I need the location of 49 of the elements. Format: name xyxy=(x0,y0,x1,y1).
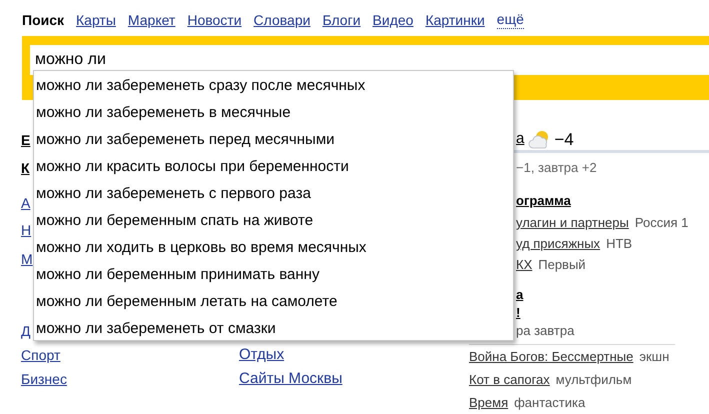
tv-show-link[interactable]: улагин и партнеры xyxy=(516,212,629,233)
tv-show-link[interactable]: уд присяжных xyxy=(516,233,600,254)
suggestion-item[interactable]: можно ли забеременеть с первого раза xyxy=(34,180,513,207)
film-link[interactable]: Кот в сапогах xyxy=(469,368,550,391)
genre-text: мультфильм xyxy=(556,371,632,389)
section-link[interactable]: Спорт xyxy=(21,344,60,366)
suggestion-item[interactable]: можно ли беременным спать на животе xyxy=(34,207,513,234)
suggestion-item[interactable]: можно ли забеременеть перед месячными xyxy=(34,126,513,153)
tv-channel-text: Первый xyxy=(538,256,586,274)
tv-heading[interactable]: ограмма xyxy=(516,190,571,212)
tv-show-link[interactable]: КХ xyxy=(516,254,532,275)
section-heading: Е xyxy=(21,131,30,150)
cinema-heading[interactable]: а xyxy=(516,286,524,304)
forecast-text: −1, завтра +2 xyxy=(515,159,598,177)
nav-link[interactable]: Маркет xyxy=(128,11,176,29)
tv-channel-text: Россия 1 xyxy=(634,214,688,232)
weather-link[interactable]: а xyxy=(516,128,524,151)
nav-link[interactable]: Поиск xyxy=(22,11,64,29)
suggestion-item[interactable]: можно ли ходить в церковь во время месячных xyxy=(34,234,513,261)
suggestion-item[interactable]: можно ли забеременеть в месячные xyxy=(34,99,513,126)
section-link[interactable]: Н xyxy=(21,219,32,241)
sun-cloud-icon xyxy=(528,130,550,150)
genre-text: фантастика xyxy=(514,394,586,412)
film-link[interactable]: Время xyxy=(469,391,508,414)
suggestion-item[interactable]: можно ли забеременеть сразу после месячных xyxy=(34,72,513,99)
genre-text: экшн xyxy=(639,348,670,366)
section-link[interactable]: Бизнес xyxy=(21,368,67,390)
temperature-text: −4 xyxy=(554,128,574,151)
section-heading: К xyxy=(21,159,30,178)
section-link[interactable]: А xyxy=(21,192,30,214)
section-link[interactable]: Д xyxy=(21,320,30,342)
nav-link[interactable]: Блоги xyxy=(322,11,361,29)
suggestion-item[interactable]: можно ли беременным летать на самолете xyxy=(34,288,513,315)
tv-channel-text: НТВ xyxy=(606,235,632,253)
section-link[interactable]: М xyxy=(21,248,33,270)
cinema-note: ра завтра xyxy=(516,322,574,340)
nav-link[interactable]: Словари xyxy=(254,11,310,29)
nav-link[interactable]: Картинки xyxy=(425,11,485,29)
cinema-link[interactable]: ! xyxy=(516,304,520,322)
suggestion-item[interactable]: можно ли забеременеть от смазки xyxy=(34,315,513,342)
nav-link[interactable]: Видео xyxy=(372,11,414,29)
film-link[interactable]: Война Богов: Бессмертные xyxy=(469,345,634,368)
nav-link[interactable]: ещё xyxy=(496,10,524,29)
section-link[interactable]: Отдых xyxy=(239,344,284,366)
nav-link[interactable]: Новости xyxy=(187,11,242,29)
nav-link[interactable]: Карты xyxy=(76,11,116,29)
section-link[interactable]: Сайты Москвы xyxy=(239,368,342,390)
suggestion-item[interactable]: можно ли беременным принимать ванну xyxy=(34,261,513,288)
suggestion-item[interactable]: можно ли красить волосы при беременности xyxy=(34,153,513,180)
